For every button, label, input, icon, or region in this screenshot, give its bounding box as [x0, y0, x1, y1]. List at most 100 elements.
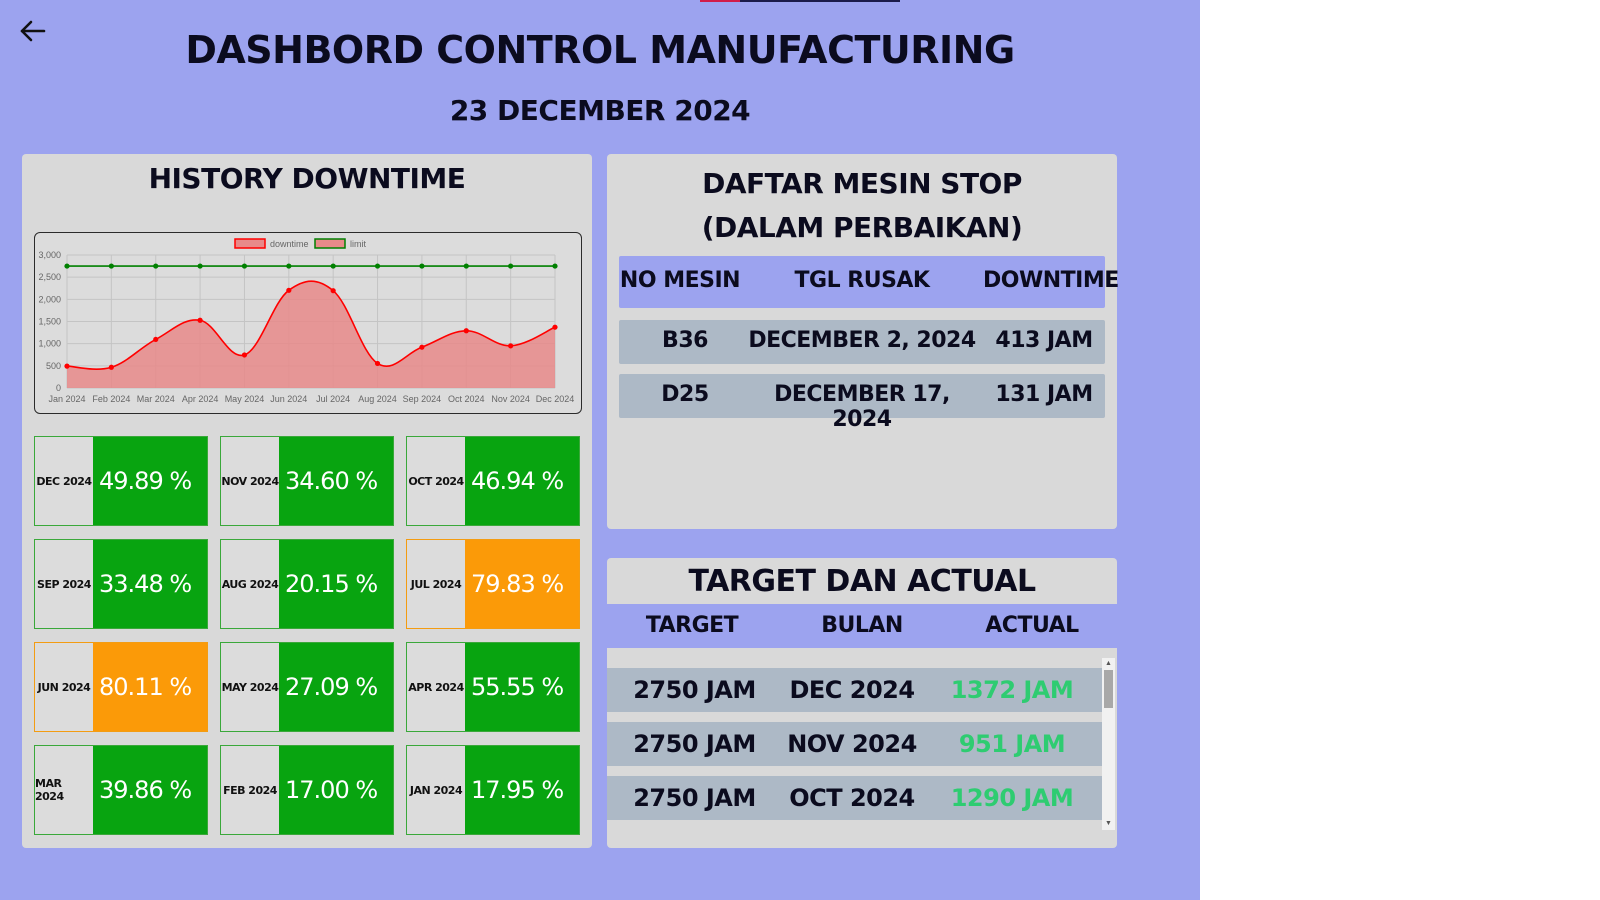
month-tile-percentage: 20.15 %: [279, 540, 393, 628]
data-point-limit: [108, 263, 114, 269]
dashboard-background: DASHBORD CONTROL MANUFACTURING 23 DECEMB…: [0, 0, 1200, 900]
month-tile-label: SEP 2024: [37, 577, 91, 591]
top-indicator: [700, 0, 900, 2]
mesin-table-row[interactable]: B36 DECEMBER 2, 2024 413 JAM: [619, 320, 1105, 364]
target-cell-bulan: NOV 2024: [787, 730, 917, 758]
col-header-actual: ACTUAL: [985, 613, 1079, 638]
y-tick-label: 2,500: [38, 272, 61, 282]
data-point-downtime: [374, 360, 381, 367]
month-tile-percentage: 33.48 %: [93, 540, 207, 628]
y-tick-label: 500: [46, 361, 61, 371]
data-point-downtime: [463, 328, 469, 334]
data-point-downtime: [552, 324, 558, 330]
y-tick-label: 1,000: [38, 339, 61, 349]
y-tick-label: 3,000: [38, 250, 61, 260]
target-actual-panel: TARGET DAN ACTUAL TARGET BULAN ACTUAL 27…: [607, 558, 1117, 848]
month-tile-percentage: 55.55 %: [465, 643, 579, 731]
mesin-cell-downtime: 413 JAM: [995, 328, 1093, 353]
mesin-table-row[interactable]: D25 DECEMBER 17, 2024 131 JAM: [619, 374, 1105, 432]
scroll-up-icon[interactable]: ▲: [1102, 658, 1115, 670]
target-table-row[interactable]: 2750 JAM OCT 2024 1290 JAM: [607, 776, 1102, 820]
target-table-header: TARGET BULAN ACTUAL: [607, 604, 1117, 648]
month-tile[interactable]: NOV 2024 34.60 %: [220, 436, 394, 526]
legend-label-downtime: downtime: [270, 239, 309, 249]
data-point-downtime: [419, 344, 425, 350]
data-point-limit: [241, 263, 248, 269]
col-header-bulan: BULAN: [821, 613, 903, 638]
month-tile[interactable]: APR 2024 55.55 %: [406, 642, 580, 732]
month-tile[interactable]: JUL 2024 79.83 %: [406, 539, 580, 629]
x-tick-label: Jan 2024: [48, 394, 85, 404]
month-tile-label: FEB 2024: [223, 783, 277, 797]
x-tick-label: Feb 2024: [92, 394, 130, 404]
month-tile-label: NOV 2024: [221, 474, 279, 488]
data-point-limit: [286, 263, 292, 269]
mesin-cell-tgl-rusak: DECEMBER 2, 2024: [748, 328, 976, 353]
x-tick-label: Apr 2024: [182, 394, 219, 404]
month-tile[interactable]: OCT 2024 46.94 %: [406, 436, 580, 526]
scroll-down-icon[interactable]: ▼: [1102, 818, 1115, 830]
month-tile[interactable]: AUG 2024 20.15 %: [220, 539, 394, 629]
month-tile[interactable]: MAR 2024 39.86 %: [34, 745, 208, 835]
month-tile-percentage: 27.09 %: [279, 643, 393, 731]
data-point-limit: [153, 263, 159, 269]
data-point-limit: [330, 263, 336, 269]
legend-swatch-downtime: [234, 238, 266, 249]
y-tick-label: 0: [56, 383, 61, 393]
legend-label-limit: limit: [350, 239, 366, 249]
mesin-cell-downtime: 131 JAM: [995, 382, 1093, 407]
target-actual-title: TARGET DAN ACTUAL: [688, 564, 1036, 599]
data-point-limit: [463, 263, 469, 269]
month-tile-percentage: 17.00 %: [279, 746, 393, 834]
col-header-target: TARGET: [645, 613, 739, 638]
month-tile-label: APR 2024: [408, 680, 464, 694]
month-tile-label: OCT 2024: [408, 474, 464, 488]
mesin-cell-no-mesin: B36: [662, 328, 708, 353]
month-tile[interactable]: JUN 2024 80.11 %: [34, 642, 208, 732]
month-tile[interactable]: FEB 2024 17.00 %: [220, 745, 394, 835]
month-tile-percentage: 39.86 %: [93, 746, 207, 834]
target-cell-bulan: DEC 2024: [789, 676, 915, 704]
x-tick-label: May 2024: [225, 394, 265, 404]
month-tile-percentage: 34.60 %: [279, 437, 393, 525]
month-tile[interactable]: DEC 2024 49.89 %: [34, 436, 208, 526]
y-tick-label: 2,000: [38, 294, 61, 304]
data-point-downtime: [64, 363, 70, 369]
data-point-limit: [419, 263, 425, 269]
scrollbar-thumb[interactable]: [1104, 670, 1113, 708]
history-downtime-title: HISTORY DOWNTIME: [148, 162, 466, 195]
data-point-limit: [508, 263, 514, 269]
month-tile[interactable]: MAY 2024 27.09 %: [220, 642, 394, 732]
month-tile[interactable]: SEP 2024 33.48 %: [34, 539, 208, 629]
target-cell-target: 2750 JAM: [633, 730, 756, 758]
target-cell-actual: 1372 JAM: [950, 676, 1074, 704]
target-cell-target: 2750 JAM: [633, 784, 756, 812]
col-header-tgl-rusak: TGL RUSAK: [794, 268, 930, 293]
month-tile-percentage: 46.94 %: [465, 437, 579, 525]
target-table-row[interactable]: 2750 JAM DEC 2024 1372 JAM: [607, 668, 1102, 712]
month-tile-label: JUL 2024: [410, 577, 462, 591]
downtime-chart-svg: 0 500 1,000 1,500 2,000 2,500 3,000 Jan 2024 Feb…: [38, 238, 574, 404]
x-tick-label: Jun 2024: [270, 394, 307, 404]
month-tile-percentage: 49.89 %: [93, 437, 207, 525]
target-cell-target: 2750 JAM: [633, 676, 756, 704]
legend-swatch-limit: [314, 238, 346, 249]
month-tile-label: AUG 2024: [221, 577, 279, 591]
month-tile[interactable]: JAN 2024 17.95 %: [406, 745, 580, 835]
data-point-downtime: [508, 343, 514, 349]
data-point-limit: [552, 263, 558, 269]
data-point-limit: [197, 263, 203, 269]
month-tile-label: MAY 2024: [221, 680, 279, 694]
data-point-downtime: [197, 317, 203, 323]
mesin-stop-panel: DAFTAR MESIN STOP (DALAM PERBAIKAN) NO M…: [607, 154, 1119, 529]
month-tile-label: DEC 2024: [36, 474, 92, 488]
target-table-scrollbar[interactable]: ▲ ▼: [1102, 658, 1115, 830]
target-table-row[interactable]: 2750 JAM NOV 2024 951 JAM: [607, 722, 1102, 766]
downtime-chart: 0 500 1,000 1,500 2,000 2,500 3,000 Jan 2024 Feb…: [34, 232, 582, 414]
x-tick-label: Oct 2024: [448, 394, 485, 404]
mesin-stop-title-line1: DAFTAR MESIN STOP: [702, 167, 1022, 200]
target-cell-bulan: OCT 2024: [789, 784, 915, 812]
data-point-downtime: [330, 288, 336, 294]
target-cell-actual: 951 JAM: [958, 730, 1066, 758]
data-point-downtime: [286, 287, 292, 293]
